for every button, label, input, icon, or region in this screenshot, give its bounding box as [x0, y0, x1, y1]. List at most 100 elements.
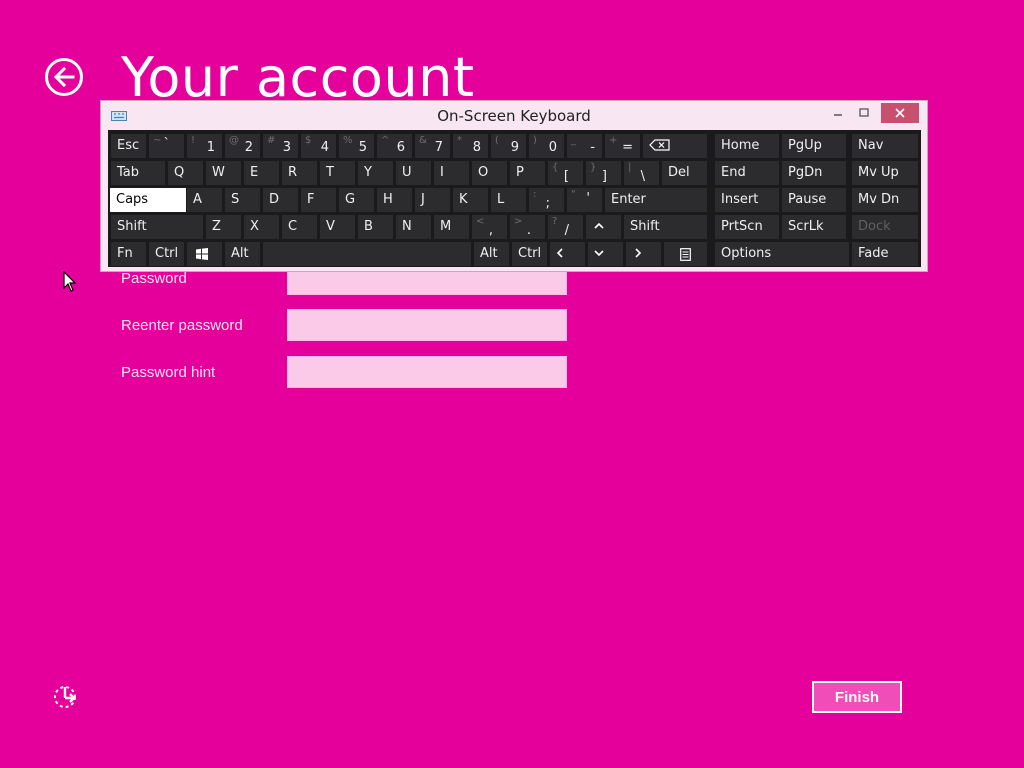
ease-of-access-icon[interactable]: [52, 684, 80, 710]
key-label: Y: [364, 165, 372, 180]
key-left-arrow[interactable]: [550, 242, 585, 266]
key-main-char: 6: [396, 140, 405, 155]
key-0[interactable]: ) 0: [529, 134, 564, 158]
key-shift-char: %: [343, 135, 353, 146]
key-enter[interactable]: Enter: [605, 188, 707, 212]
key-del[interactable]: Del: [662, 161, 707, 185]
key-down-arrow[interactable]: [588, 242, 623, 266]
key-quote[interactable]: " ': [567, 188, 602, 212]
minimize-button[interactable]: [827, 103, 849, 123]
close-button[interactable]: [881, 103, 919, 123]
password-hint-field[interactable]: [287, 356, 567, 388]
key-6[interactable]: ^ 6: [377, 134, 412, 158]
key-end[interactable]: End: [715, 161, 779, 185]
key-y[interactable]: Y: [358, 161, 393, 185]
key-semicolon[interactable]: :;: [529, 188, 564, 212]
key-esc[interactable]: Esc: [111, 134, 146, 158]
key-2[interactable]: @2: [225, 134, 260, 158]
key-s[interactable]: S: [225, 188, 260, 212]
key-pause[interactable]: Pause: [782, 188, 846, 212]
key-up-arrow[interactable]: [586, 215, 621, 239]
key-nav[interactable]: Nav: [852, 134, 918, 158]
key-space[interactable]: [263, 242, 471, 266]
key-main-char: ,: [488, 223, 493, 238]
key-right-alt[interactable]: Alt: [474, 242, 509, 266]
key-v[interactable]: V: [320, 215, 355, 239]
key-left-shift[interactable]: Shift: [111, 215, 203, 239]
key-c[interactable]: C: [282, 215, 317, 239]
key-insert[interactable]: Insert: [715, 188, 779, 212]
key-label: Mv Dn: [858, 192, 900, 207]
key-backslash[interactable]: | \: [624, 161, 659, 185]
key-fade[interactable]: Fade: [852, 242, 918, 266]
back-button[interactable]: [45, 58, 83, 96]
key-fn[interactable]: Fn: [111, 242, 146, 266]
key-w[interactable]: W: [206, 161, 241, 185]
key-right-arrow[interactable]: [626, 242, 661, 266]
key-e[interactable]: E: [244, 161, 279, 185]
key-k[interactable]: K: [453, 188, 488, 212]
key-4[interactable]: $4: [301, 134, 336, 158]
key-menu[interactable]: [664, 242, 707, 266]
osk-titlebar[interactable]: On-Screen Keyboard: [101, 101, 927, 131]
key-u[interactable]: U: [396, 161, 431, 185]
key-backspace[interactable]: [643, 134, 707, 158]
key-label: G: [345, 192, 356, 207]
key-backtick[interactable]: ~ `: [149, 134, 184, 158]
key-o[interactable]: O: [472, 161, 507, 185]
finish-button[interactable]: Finish: [812, 681, 902, 713]
key-3[interactable]: #3: [263, 134, 298, 158]
key-h[interactable]: H: [377, 188, 412, 212]
key-x[interactable]: X: [244, 215, 279, 239]
key-pgup[interactable]: PgUp: [782, 134, 846, 158]
key-8[interactable]: * 8: [453, 134, 488, 158]
key-right-shift[interactable]: Shift: [624, 215, 707, 239]
key-5[interactable]: % 5: [339, 134, 374, 158]
key-move-up[interactable]: Mv Up: [852, 161, 918, 185]
key-move-down[interactable]: Mv Dn: [852, 188, 918, 212]
key-left-ctrl[interactable]: Ctrl: [149, 242, 184, 266]
key-label: PgDn: [788, 165, 823, 180]
key-comma[interactable]: <,: [472, 215, 507, 239]
key-g[interactable]: G: [339, 188, 374, 212]
key-slash[interactable]: ? /: [548, 215, 583, 239]
key-left-alt[interactable]: Alt: [225, 242, 260, 266]
key-f[interactable]: F: [301, 188, 336, 212]
key-i[interactable]: I: [434, 161, 469, 185]
key-period[interactable]: >.: [510, 215, 545, 239]
key-scrlk[interactable]: ScrLk: [782, 215, 846, 239]
key-1[interactable]: ! 1: [187, 134, 222, 158]
key-minus[interactable]: _ -: [567, 134, 602, 158]
key-t[interactable]: T: [320, 161, 355, 185]
key-open-bracket[interactable]: {[: [548, 161, 583, 185]
key-7[interactable]: & 7: [415, 134, 450, 158]
key-close-bracket[interactable]: }]: [586, 161, 621, 185]
key-options[interactable]: Options: [715, 242, 849, 266]
key-caps[interactable]: Caps: [110, 188, 186, 212]
key-q[interactable]: Q: [168, 161, 203, 185]
key-m[interactable]: M: [434, 215, 469, 239]
key-label: ScrLk: [788, 219, 824, 234]
reenter-password-field[interactable]: [287, 309, 567, 341]
key-b[interactable]: B: [358, 215, 393, 239]
key-home[interactable]: Home: [715, 134, 779, 158]
key-j[interactable]: J: [415, 188, 450, 212]
key-shift-char: ~: [153, 135, 162, 146]
key-label: D: [269, 192, 280, 207]
key-equals[interactable]: + =: [605, 134, 640, 158]
key-n[interactable]: N: [396, 215, 431, 239]
key-9[interactable]: (9: [491, 134, 526, 158]
key-right-ctrl[interactable]: Ctrl: [512, 242, 547, 266]
key-prtscn[interactable]: PrtScn: [715, 215, 779, 239]
key-tab[interactable]: Tab: [111, 161, 165, 185]
key-windows[interactable]: [187, 242, 222, 266]
maximize-button[interactable]: [853, 103, 875, 123]
key-l[interactable]: L: [491, 188, 526, 212]
key-a[interactable]: A: [187, 188, 222, 212]
key-r[interactable]: R: [282, 161, 317, 185]
key-z[interactable]: Z: [206, 215, 241, 239]
key-main-char: 9: [510, 140, 519, 155]
key-p[interactable]: P: [510, 161, 545, 185]
key-pgdn[interactable]: PgDn: [782, 161, 846, 185]
key-d[interactable]: D: [263, 188, 298, 212]
